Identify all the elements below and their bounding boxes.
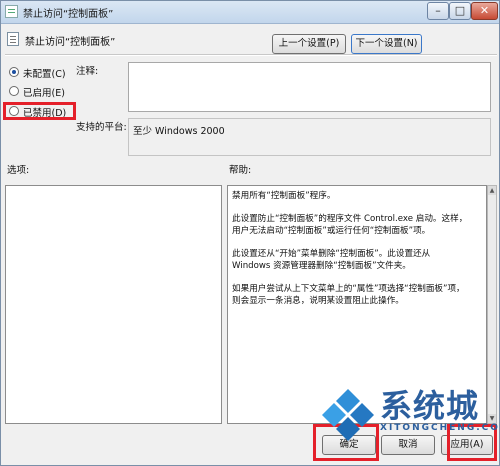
radio-not-configured-label: 未配置(C)	[23, 69, 66, 80]
disabled-option-highlight	[3, 102, 76, 120]
title-bar[interactable]: 禁止访问“控制面板” – □ ✕	[1, 1, 499, 24]
help-paragraph: 此设置防止“控制面板”的程序文件 Control.exe 启动。这样， 用户无法…	[232, 213, 468, 237]
policy-dialog-window: 禁止访问“控制面板” – □ ✕ 禁止访问“控制面板” 上一个设置(P) 下一个…	[0, 0, 500, 466]
platform-label: 支持的平台:	[76, 122, 127, 133]
platform-box: 至少 Windows 2000	[128, 118, 491, 156]
platform-value: 至少 Windows 2000	[133, 126, 225, 137]
help-paragraph: 此设置还从“开始”菜单删除“控制面板”。此设置还从 Windows 资源管理器删…	[232, 248, 431, 272]
minimize-button[interactable]: –	[427, 2, 449, 20]
previous-setting-button[interactable]: 上一个设置(P)	[272, 34, 346, 54]
header-divider	[5, 54, 497, 56]
comment-textarea[interactable]	[128, 62, 491, 112]
help-paragraph: 如果用户尝试从上下文菜单上的“属性”项选择“控制面板”项， 则会显示一条消息，说…	[232, 283, 465, 307]
radio-not-configured-circle[interactable]	[9, 67, 19, 77]
watermark-text: 系统城	[380, 387, 480, 425]
next-setting-button[interactable]: 下一个设置(N)	[351, 34, 422, 54]
help-label: 帮助:	[229, 165, 252, 176]
help-paragraph: 禁用所有“控制面板”程序。	[232, 191, 336, 201]
maximize-button[interactable]: □	[449, 2, 471, 20]
radio-enabled-circle[interactable]	[9, 86, 19, 96]
watermark-subtext: XITONGCHENG.COM	[380, 423, 500, 433]
close-button[interactable]: ✕	[471, 2, 498, 20]
watermark-logo-icon	[322, 389, 374, 441]
options-label: 选项:	[7, 165, 30, 176]
setting-title: 禁止访问“控制面板”	[25, 37, 116, 48]
radio-enabled-label: 已启用(E)	[23, 88, 65, 99]
policy-icon	[5, 5, 18, 18]
window-title: 禁止访问“控制面板”	[23, 9, 114, 20]
scroll-up-arrow-icon[interactable]: ▲	[488, 186, 496, 195]
comment-label: 注释:	[76, 66, 99, 77]
watermark: 系统城 XITONGCHENG.COM	[320, 385, 500, 445]
options-pane[interactable]	[5, 185, 222, 424]
setting-icon	[7, 32, 19, 46]
